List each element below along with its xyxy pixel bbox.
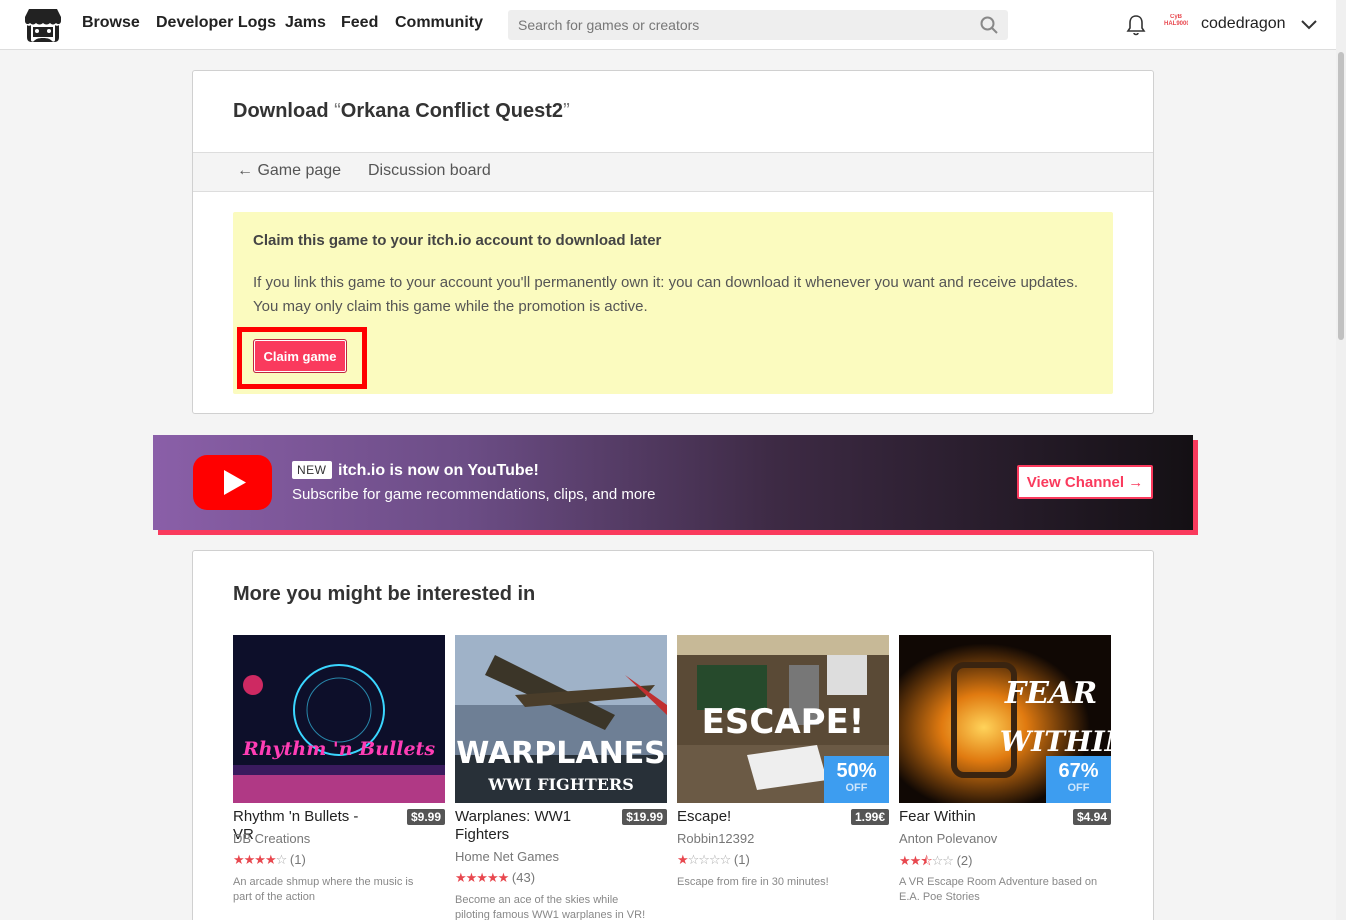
game-card[interactable]: ESCAPE! 50% OFF Escape! 1.99€ Robbin12392… <box>677 635 889 920</box>
sale-badge: 50% OFF <box>824 756 889 803</box>
thumb-title-text: ESCAPE! <box>702 702 865 742</box>
game-card[interactable]: WARPLANES WWI FIGHTERS Warplanes: WW1 Fi… <box>455 635 667 920</box>
game-title[interactable]: Escape! <box>677 808 827 826</box>
star-rating-icon: ★★⯪☆☆ <box>899 853 954 868</box>
game-rating: ★☆☆☆☆ (1) <box>677 852 750 868</box>
sale-off-label: OFF <box>845 782 868 794</box>
sale-badge: 67% OFF <box>1046 756 1111 803</box>
game-name: Orkana Conflict Quest2 <box>340 100 564 122</box>
youtube-banner: NEW itch.io is now on YouTube! Subscribe… <box>153 435 1193 530</box>
warplanes-cover-image: WARPLANES WWI FIGHTERS <box>455 635 667 803</box>
game-page-link[interactable]: ← Game page <box>237 162 341 180</box>
game-rating: ★★★★★ (43) <box>455 870 535 886</box>
thumb-title-text: WARPLANES <box>456 736 666 771</box>
recommendations-panel: More you might be interested in Rhythm '… <box>192 550 1154 920</box>
page-title: Download “Orkana Conflict Quest2” <box>233 100 570 123</box>
game-card[interactable]: FEAR WITHIN 67%OFF Fear Within $4.94 Ant… <box>899 635 1111 920</box>
game-author[interactable]: DB Creations <box>233 831 310 846</box>
chevron-down-icon[interactable] <box>1300 17 1318 31</box>
game-rating: ★★★★☆ (1) <box>233 852 306 868</box>
price-badge: $19.99 <box>622 809 667 825</box>
itchio-logo-icon[interactable] <box>24 7 62 43</box>
panel-nav: ← Game page Discussion board <box>193 152 1153 192</box>
game-thumbnail[interactable]: Rhythm 'n Bullets <box>233 635 445 803</box>
search-input[interactable] <box>508 10 968 40</box>
banner-subtitle: Subscribe for game recommendations, clip… <box>292 486 656 503</box>
nav-browse[interactable]: Browse <box>82 14 140 32</box>
thumb-subtitle-text: WITHIN <box>1000 725 1111 758</box>
game-description: An arcade shmup where the music is part … <box>233 876 414 903</box>
nav-community[interactable]: Community <box>395 14 483 32</box>
title-prefix: Download <box>233 100 335 122</box>
sale-off-label: OFF <box>1067 782 1090 794</box>
claim-box: Claim this game to your itch.io account … <box>233 212 1113 394</box>
quote-open: “ <box>334 100 341 122</box>
download-panel: Download “Orkana Conflict Quest2” ← Game… <box>192 70 1154 414</box>
thumb-title-text: FEAR <box>1004 676 1097 711</box>
claim-description: If you link this game to your account yo… <box>253 274 1078 315</box>
rating-count: (1) <box>733 852 750 867</box>
game-description: A VR Escape Room Adventure based on E.A.… <box>899 876 1098 903</box>
notifications-bell-icon[interactable] <box>1126 14 1146 36</box>
user-avatar[interactable]: CyB HAL9000 <box>1164 14 1188 36</box>
game-description: Escape from fire in 30 minutes! <box>677 876 829 888</box>
claim-heading: Claim this game to your itch.io account … <box>253 232 662 249</box>
nav-developer-logs[interactable]: Developer Logs <box>156 14 276 32</box>
game-title[interactable]: Warplanes: WW1 Fighters <box>455 808 605 844</box>
top-header: Browse Developer Logs Jams Feed Communit… <box>0 0 1346 50</box>
game-rating: ★★⯪☆☆ (2) <box>899 852 972 874</box>
thumb-title-text: Rhythm 'n Bullets <box>242 738 435 760</box>
game-thumbnail[interactable]: WARPLANES WWI FIGHTERS <box>455 635 667 803</box>
username[interactable]: codedragon <box>1201 15 1286 33</box>
recommendations-title: More you might be interested in <box>233 583 536 605</box>
scrollbar-thumb[interactable] <box>1338 52 1344 340</box>
game-author[interactable]: Anton Polevanov <box>899 831 997 846</box>
rating-count: (1) <box>289 852 306 867</box>
game-thumbnail[interactable]: FEAR WITHIN 67%OFF <box>899 635 1111 803</box>
price-badge: $9.99 <box>406 809 445 825</box>
view-channel-button[interactable]: View Channel → <box>1017 465 1153 499</box>
quote-close: ” <box>563 100 570 122</box>
price-badge: 1.99€ <box>850 809 889 825</box>
banner-title: itch.io is now on YouTube! <box>338 462 539 479</box>
price-badge: $4.94 <box>1072 809 1111 825</box>
rating-count: (2) <box>956 853 973 868</box>
rhythm-bullets-cover-image: Rhythm 'n Bullets <box>233 635 445 803</box>
game-thumbnail[interactable]: ESCAPE! 50% OFF <box>677 635 889 803</box>
claim-game-button[interactable]: Claim game <box>253 339 347 373</box>
game-author[interactable]: Robbin12392 <box>677 831 754 846</box>
new-badge: NEW <box>292 461 332 479</box>
star-rating-icon: ★★★★★ <box>455 870 509 885</box>
nav-feed[interactable]: Feed <box>341 14 378 32</box>
game-card[interactable]: Rhythm 'n Bullets Rhythm 'n Bullets - VR… <box>233 635 445 920</box>
discussion-board-link[interactable]: Discussion board <box>368 162 491 180</box>
sale-percent: 67% <box>1058 760 1099 782</box>
game-description: Become an ace of the skies while pilotin… <box>455 894 646 920</box>
game-author[interactable]: Home Net Games <box>455 849 559 864</box>
thumb-subtitle-text: WWI FIGHTERS <box>487 775 634 794</box>
game-title[interactable]: Fear Within <box>899 808 1049 826</box>
youtube-icon[interactable] <box>193 455 272 510</box>
star-rating-icon: ★★★★☆ <box>233 852 287 867</box>
nav-jams[interactable]: Jams <box>285 14 326 32</box>
star-rating-icon: ★☆☆☆☆ <box>677 852 731 867</box>
search-icon[interactable] <box>980 16 998 34</box>
sale-percent: 50% <box>836 760 877 782</box>
search-box <box>508 10 1008 40</box>
rating-count: (43) <box>511 870 536 885</box>
page-scrollbar[interactable] <box>1336 0 1346 920</box>
